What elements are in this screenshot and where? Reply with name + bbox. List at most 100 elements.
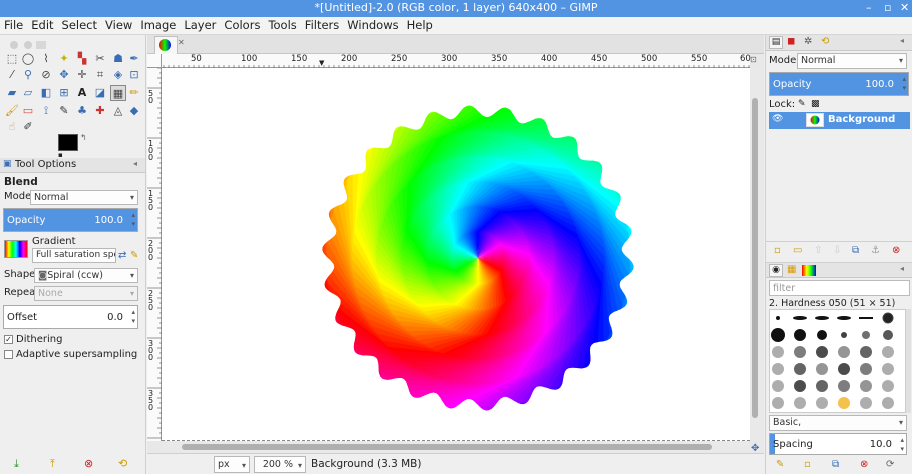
brush-thumb-13[interactable] xyxy=(794,346,806,358)
duplicate-brush-icon[interactable]: ⧉ xyxy=(832,459,839,470)
heal-icon[interactable]: ✚ xyxy=(92,103,108,119)
brush-thumb-6[interactable] xyxy=(771,328,785,342)
menu-windows[interactable]: Windows xyxy=(343,17,398,32)
brush-preset-combo[interactable]: Basic, ▾ xyxy=(769,415,907,431)
dodge-burn-icon[interactable]: ✐ xyxy=(20,119,36,135)
brush-thumb-8[interactable] xyxy=(817,330,827,340)
quick-mask-corner[interactable] xyxy=(147,54,162,68)
new-layer-group-icon[interactable]: ▭ xyxy=(793,245,802,256)
close-tab-icon[interactable]: ✕ xyxy=(178,38,185,47)
repeat-combo[interactable]: None ▾ xyxy=(34,286,138,301)
restore-options-icon[interactable]: ⤒ xyxy=(50,457,55,471)
tool-options-tab-label[interactable]: Tool Options xyxy=(15,159,76,170)
brush-thumb-21[interactable] xyxy=(838,363,850,375)
cage-transform-icon[interactable]: ⊞ xyxy=(56,85,72,101)
brush-thumb-10[interactable] xyxy=(862,331,870,339)
patterns-tab-icon[interactable]: ▦ xyxy=(787,264,796,275)
brush-thumb-34[interactable] xyxy=(860,397,872,409)
duplicate-layer-icon[interactable]: ⧉ xyxy=(852,245,859,256)
brush-thumb-3[interactable] xyxy=(837,316,851,320)
pencil-icon[interactable]: ✏ xyxy=(126,85,142,101)
new-layer-icon[interactable]: ▫ xyxy=(774,245,781,256)
clone-icon[interactable]: ♣ xyxy=(74,103,90,119)
close-button[interactable]: ✕ xyxy=(900,1,909,14)
select-by-color-icon[interactable]: ▚ xyxy=(74,51,90,67)
brush-thumb-31[interactable] xyxy=(794,397,806,409)
mode-combo[interactable]: Normal ▾ xyxy=(30,190,138,205)
paintbrush-icon[interactable]: 🖌 xyxy=(4,103,20,119)
layer-row-background[interactable]: 👁 Background xyxy=(769,112,910,129)
brush-thumb-0[interactable] xyxy=(776,316,780,320)
brush-thumb-33[interactable] xyxy=(838,397,850,409)
brush-thumb-20[interactable] xyxy=(816,363,828,375)
measure-icon[interactable]: ⊘ xyxy=(38,67,54,83)
horizontal-scroll-thumb[interactable] xyxy=(182,444,712,450)
fuzzy-select-icon[interactable]: ✦ xyxy=(56,51,72,67)
brushes-tab-icon[interactable]: ◉ xyxy=(769,264,783,277)
menu-select[interactable]: Select xyxy=(58,17,97,32)
rect-select-icon[interactable]: ⬚ xyxy=(4,51,20,67)
undo-history-tab-icon[interactable]: ⟲ xyxy=(821,36,829,47)
brush-thumb-14[interactable] xyxy=(816,346,828,358)
edit-brush-icon[interactable]: ✎ xyxy=(776,459,784,470)
raise-layer-icon[interactable]: ⇧ xyxy=(814,245,822,256)
zoom-combo[interactable]: 200 % ▾ xyxy=(254,456,306,473)
gradient-name-field[interactable]: Full saturation spect xyxy=(32,248,116,263)
blur-icon[interactable]: ◆ xyxy=(126,103,142,119)
menu-image[interactable]: Image xyxy=(136,17,176,32)
brush-thumb-5[interactable] xyxy=(882,312,894,324)
menu-view[interactable]: View xyxy=(101,17,132,32)
lower-layer-icon[interactable]: ⇩ xyxy=(833,245,841,256)
eraser-icon[interactable]: ▭ xyxy=(20,103,36,119)
brush-thumb-26[interactable] xyxy=(816,380,828,392)
menu-edit[interactable]: Edit xyxy=(27,17,53,32)
brush-filter-input[interactable]: filter xyxy=(769,280,910,296)
spacing-slider[interactable]: Spacing 10.0 ▴ ▾ xyxy=(769,433,907,455)
lock-pixels-icon[interactable]: ✎ xyxy=(798,99,806,109)
edit-gradient-icon[interactable]: ✎ xyxy=(130,250,138,261)
rotate-icon[interactable]: ◈ xyxy=(110,67,126,83)
crop-icon[interactable]: ⌗ xyxy=(92,67,108,83)
brush-thumb-1[interactable] xyxy=(793,316,807,320)
gradient-preview[interactable] xyxy=(4,240,28,258)
shear-icon[interactable]: ▰ xyxy=(4,85,20,101)
brush-thumb-32[interactable] xyxy=(816,397,828,409)
shape-combo[interactable]: ◙Spiral (ccw) ▾ xyxy=(34,268,138,283)
swap-colors-icon[interactable]: ↰ xyxy=(80,133,87,142)
layers-tab-icon[interactable]: ▤ xyxy=(769,36,783,49)
minimize-button[interactable]: – xyxy=(866,1,872,14)
foreground-color-swatch[interactable] xyxy=(58,134,78,151)
paths-icon[interactable]: ✒ xyxy=(126,51,142,67)
brush-grid[interactable] xyxy=(769,309,906,413)
lock-alpha-icon[interactable]: ▩ xyxy=(811,99,820,109)
brush-thumb-28[interactable] xyxy=(860,380,872,392)
opacity-spinner[interactable]: ▴ ▾ xyxy=(131,211,135,229)
menu-filters[interactable]: Filters xyxy=(301,17,339,32)
menu-tools[interactable]: Tools xyxy=(264,17,296,32)
menu-file[interactable]: File xyxy=(0,17,23,32)
vertical-scroll-thumb[interactable] xyxy=(752,98,758,418)
foreground-select-icon[interactable]: ☗ xyxy=(110,51,126,67)
unit-combo[interactable]: px ▾ xyxy=(214,456,250,473)
paths-tab-icon[interactable]: ✲ xyxy=(804,36,812,47)
brush-thumb-2[interactable] xyxy=(815,316,829,320)
offset-spinner[interactable]: ▴ ▾ xyxy=(131,308,135,326)
scale-icon[interactable]: ⊡ xyxy=(126,67,142,83)
tab-menu-icon[interactable]: ◂ xyxy=(133,159,137,168)
save-options-icon[interactable]: ⤓ xyxy=(14,457,19,471)
move-icon[interactable]: ✥ xyxy=(56,67,72,83)
color-picker-icon[interactable]: ⁄ xyxy=(4,67,20,83)
channels-tab-icon[interactable]: ◼ xyxy=(787,36,795,47)
brush-thumb-19[interactable] xyxy=(794,363,806,375)
brush-thumb-16[interactable] xyxy=(860,346,872,358)
brush-scrollbar[interactable] xyxy=(906,309,911,413)
offset-slider[interactable]: Offset 0.0 ▴ ▾ xyxy=(3,305,138,329)
gradients-tab-icon[interactable] xyxy=(802,265,816,276)
brush-thumb-7[interactable] xyxy=(794,329,806,341)
reset-options-icon[interactable]: ⟲ xyxy=(118,457,127,470)
free-select-icon[interactable]: ⌇ xyxy=(38,51,54,67)
horizontal-ruler[interactable]: 50 100 150 200 250 300 350 400 450 500 5… xyxy=(162,54,751,68)
brush-thumb-12[interactable] xyxy=(772,346,784,358)
bucket-fill-icon[interactable]: ◪ xyxy=(92,85,108,101)
opacity-slider[interactable]: Opacity 100.0 ▴ ▾ xyxy=(3,208,138,232)
